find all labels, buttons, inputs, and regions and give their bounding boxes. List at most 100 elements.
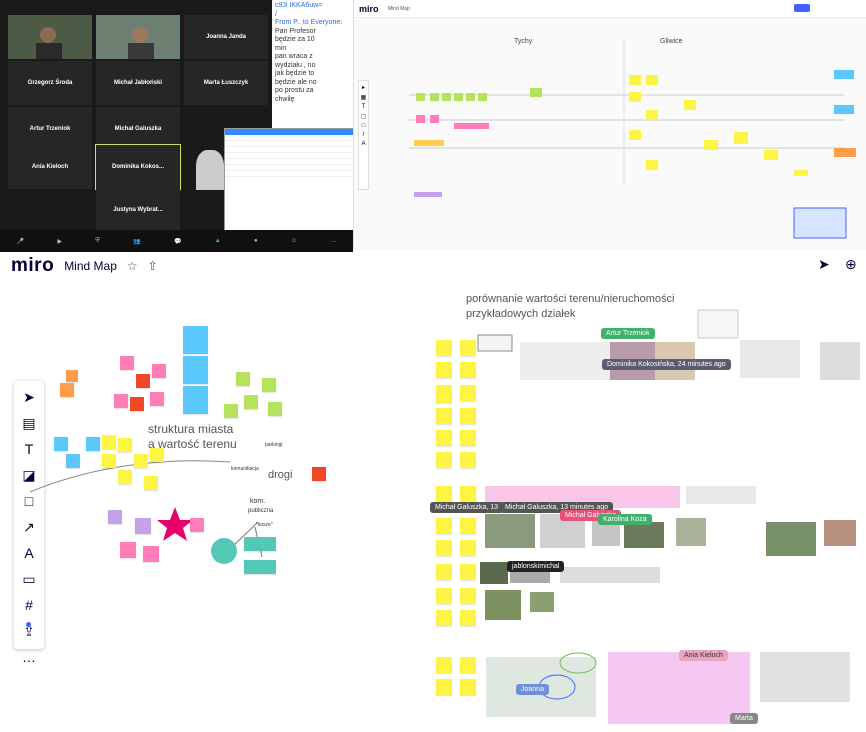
- comparison-heading-line2[interactable]: przykładowych działek: [466, 308, 575, 320]
- sticky-note[interactable]: [134, 454, 148, 468]
- sticky-note[interactable]: [460, 430, 476, 446]
- participants-icon[interactable]: 👥: [133, 238, 140, 245]
- sticky-note[interactable]: [436, 564, 452, 580]
- mute-icon[interactable]: 🎤: [17, 238, 24, 245]
- sticky-note[interactable]: [130, 397, 144, 411]
- sticky-note[interactable]: [66, 370, 78, 382]
- sticky-note[interactable]: [436, 518, 452, 534]
- sticky-note[interactable]: [436, 657, 452, 673]
- chat-line: po prostu za: [275, 87, 314, 94]
- participant-video-tile[interactable]: [96, 15, 180, 59]
- chat-line: min: [275, 44, 287, 52]
- chat-link-cont[interactable]: /: [275, 11, 277, 18]
- sticky-note[interactable]: [460, 610, 476, 626]
- record-icon[interactable]: ●: [254, 238, 258, 244]
- sticky-note[interactable]: [183, 386, 208, 414]
- sticky-note[interactable]: [436, 540, 452, 556]
- sticky-note[interactable]: [108, 510, 122, 524]
- sticky-note[interactable]: [244, 537, 276, 551]
- sticky-note[interactable]: [436, 408, 452, 424]
- sticky-note[interactable]: [460, 657, 476, 673]
- parkingi-label[interactable]: parkingi: [265, 442, 283, 448]
- participant-name: Michał Jabłoński: [113, 80, 162, 86]
- participant-tile[interactable]: Justyna Wybrat...: [96, 188, 180, 232]
- sticky-note[interactable]: [118, 470, 132, 484]
- sticky-note[interactable]: [136, 374, 150, 388]
- sticky-note[interactable]: [190, 518, 204, 532]
- cursor-label-joanna: Joanna: [516, 684, 549, 695]
- sticky-note[interactable]: [436, 362, 452, 378]
- sticky-note[interactable]: [183, 326, 208, 354]
- sticky-note[interactable]: [135, 518, 151, 534]
- participant-name: Marta Łuszczyk: [203, 80, 249, 86]
- sticky-note[interactable]: [143, 546, 159, 562]
- sticky-note[interactable]: [54, 437, 68, 451]
- sticky-note[interactable]: [244, 395, 258, 409]
- sticky-note[interactable]: [460, 564, 476, 580]
- sticky-note[interactable]: [102, 454, 116, 468]
- sticky-note[interactable]: [120, 356, 134, 370]
- structure-label-line1[interactable]: struktura miasta: [148, 422, 233, 436]
- sticky-note[interactable]: [460, 540, 476, 556]
- participant-video-tile[interactable]: [8, 15, 92, 59]
- komunikacja-label[interactable]: komunikacja: [231, 466, 259, 472]
- sticky-note[interactable]: [460, 408, 476, 424]
- sticky-note[interactable]: [460, 385, 476, 401]
- sticky-note[interactable]: [150, 392, 164, 406]
- sticky-note[interactable]: [60, 383, 74, 397]
- sticky-note[interactable]: [118, 438, 132, 452]
- security-icon[interactable]: ⛨: [95, 238, 100, 245]
- sticky-note[interactable]: [144, 476, 158, 490]
- participant-name: Justyna Wybrat...: [113, 207, 163, 213]
- sticky-note[interactable]: [436, 340, 452, 356]
- sticky-note[interactable]: [436, 679, 452, 695]
- video-icon[interactable]: ▶: [57, 238, 62, 245]
- sticky-note[interactable]: [152, 364, 166, 378]
- more-icon[interactable]: …: [330, 238, 336, 244]
- sticky-note[interactable]: [436, 452, 452, 468]
- sticky-note[interactable]: [460, 452, 476, 468]
- chat-line: wydziału , no: [275, 61, 316, 69]
- publiczna-label[interactable]: publiczna: [248, 508, 273, 514]
- sticky-note[interactable]: [436, 385, 452, 403]
- participant-tile[interactable]: Joanna Janda: [184, 15, 268, 59]
- kom-label[interactable]: kom.: [250, 498, 265, 505]
- participant-tile[interactable]: Grzegorz Środa: [8, 61, 92, 105]
- sticky-note[interactable]: [460, 679, 476, 695]
- structure-label-line2[interactable]: a wartość terenu: [148, 437, 237, 451]
- sticky-note[interactable]: [66, 454, 80, 468]
- sticky-note[interactable]: [244, 560, 276, 574]
- share-screen-icon[interactable]: ▲: [215, 238, 221, 244]
- sticky-note[interactable]: [460, 588, 476, 604]
- sticky-note[interactable]: [262, 378, 276, 392]
- sticky-note[interactable]: [236, 372, 250, 386]
- reactions-icon[interactable]: ☺: [291, 238, 297, 244]
- kosze-label[interactable]: "kosze": [256, 522, 273, 528]
- sticky-note[interactable]: [312, 467, 326, 481]
- participant-tile[interactable]: Marta Łuszczyk: [184, 61, 268, 105]
- sticky-note[interactable]: [460, 518, 476, 534]
- sticky-note[interactable]: [102, 435, 116, 449]
- sticky-note[interactable]: [460, 340, 476, 356]
- sticky-note[interactable]: [224, 404, 238, 418]
- sticky-note[interactable]: [114, 394, 128, 408]
- sticky-note[interactable]: [120, 542, 136, 558]
- sticky-note[interactable]: [460, 486, 476, 502]
- participant-tile[interactable]: Michał Jabłoński: [96, 61, 180, 105]
- sticky-note[interactable]: [268, 402, 282, 416]
- sticky-note[interactable]: [436, 430, 452, 446]
- sticky-note[interactable]: [436, 610, 452, 626]
- comparison-heading-line1[interactable]: porównanie wartości terenu/nieruchomości: [466, 293, 675, 305]
- drogi-label[interactable]: drogi: [268, 469, 292, 481]
- sticky-note[interactable]: [86, 437, 100, 451]
- sticky-note[interactable]: [436, 588, 452, 604]
- chat-link[interactable]: c9Ji IKKA6uw=: [275, 2, 322, 9]
- participant-tile[interactable]: Ania Kieloch: [8, 145, 92, 189]
- sticky-note[interactable]: [183, 356, 208, 384]
- sticky-note[interactable]: [436, 486, 452, 502]
- chat-line: będzie ale no: [275, 78, 317, 86]
- sticky-note[interactable]: [460, 362, 476, 378]
- participant-tile-active[interactable]: Dominika Kokos...: [95, 144, 181, 190]
- participant-name: Ania Kieloch: [31, 164, 69, 170]
- chat-icon[interactable]: 💬: [174, 238, 181, 245]
